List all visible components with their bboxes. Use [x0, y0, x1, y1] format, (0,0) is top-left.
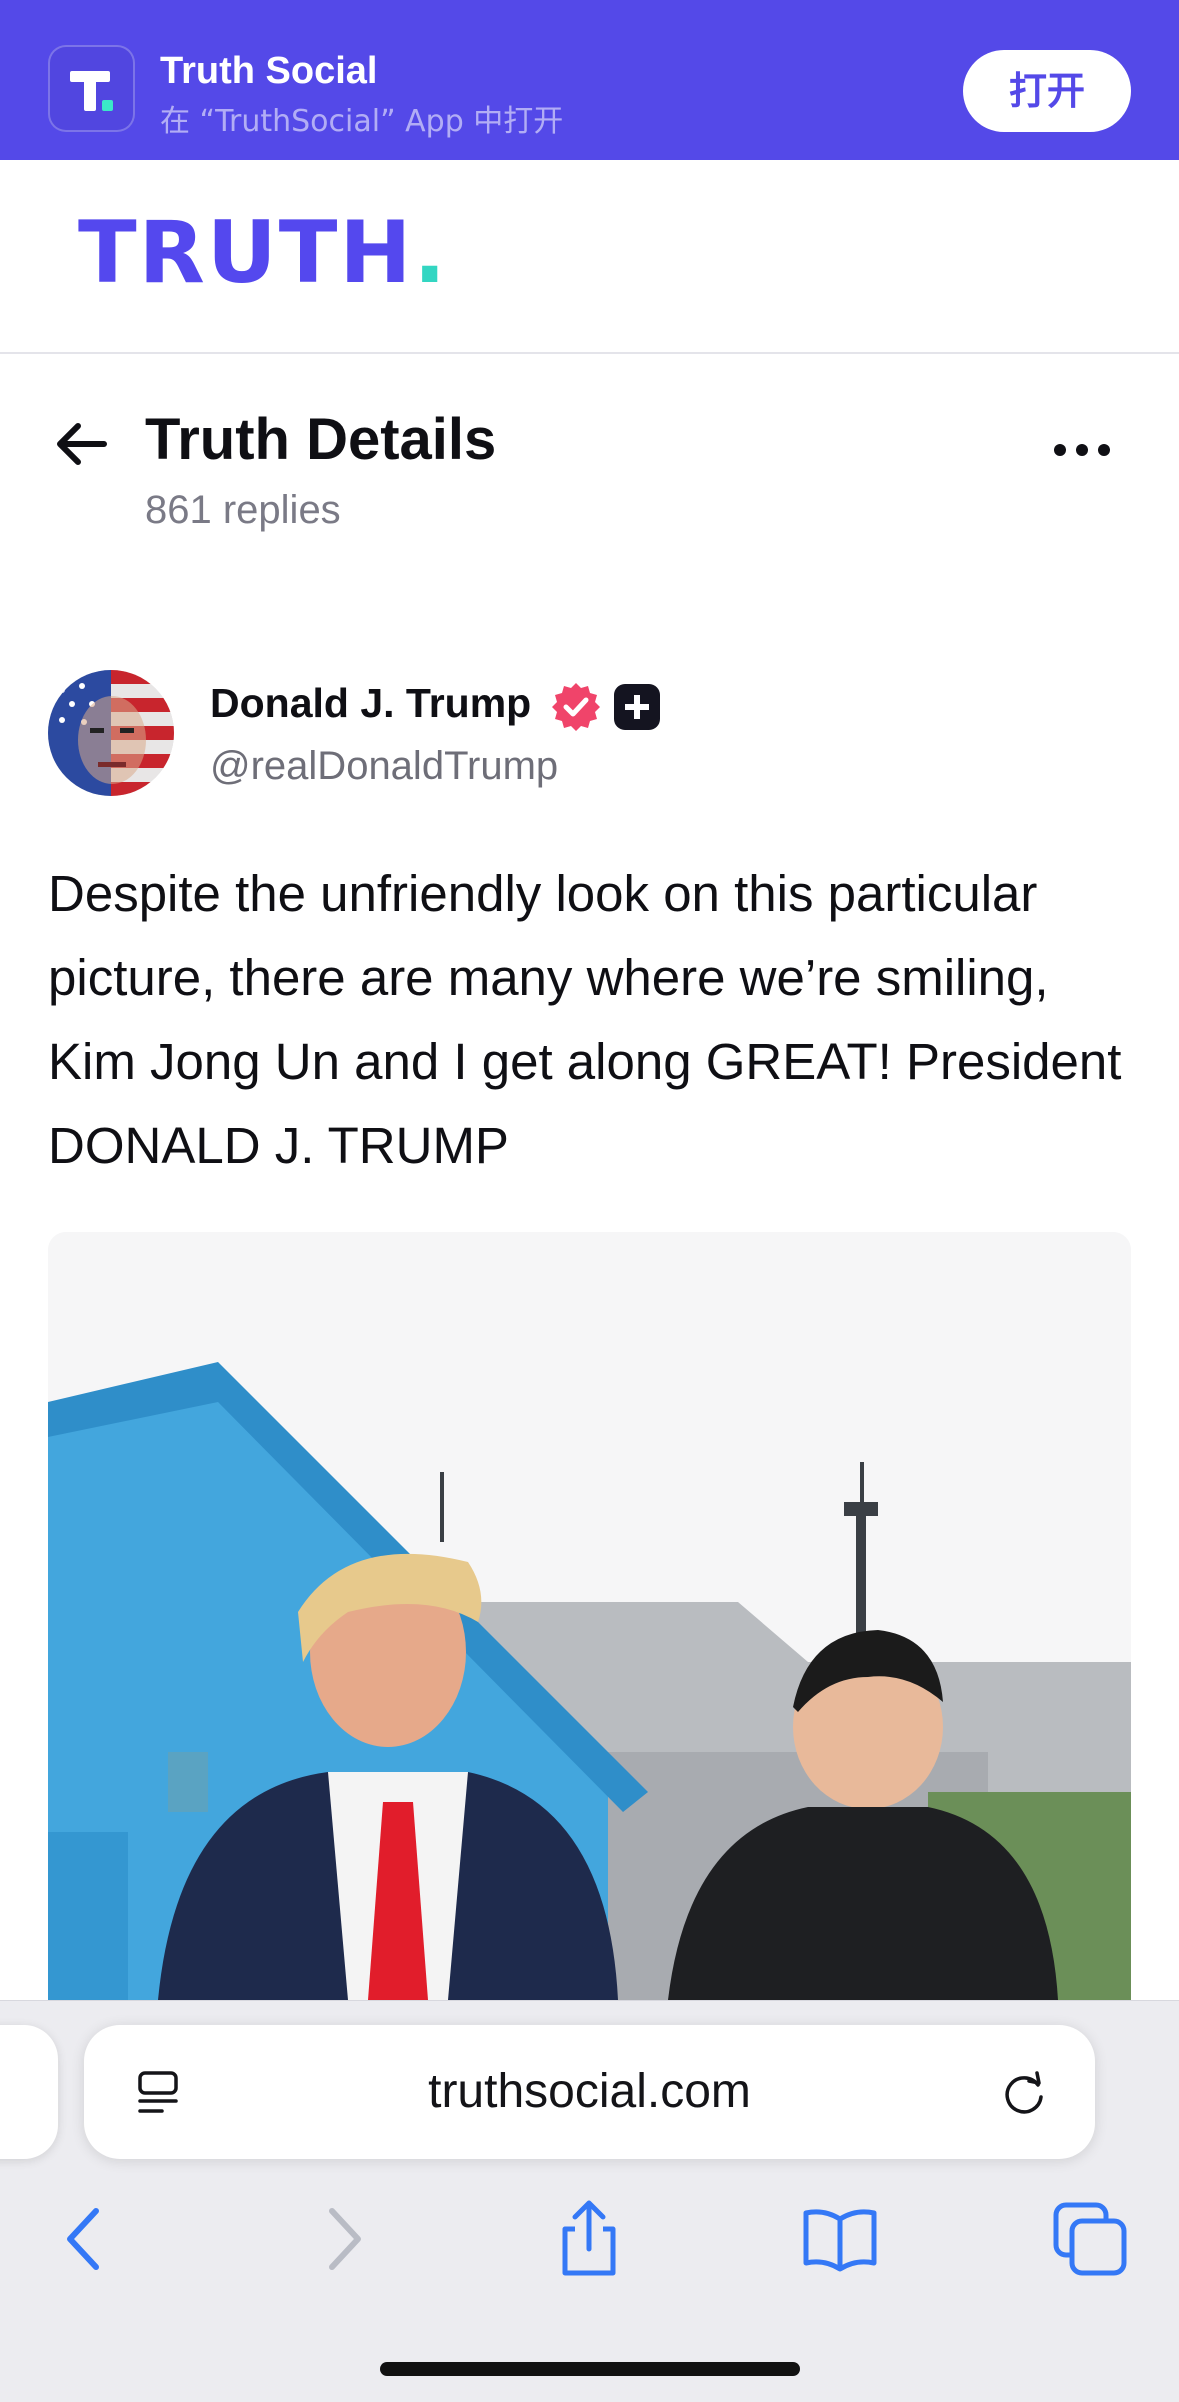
- reload-icon[interactable]: [998, 2067, 1050, 2119]
- address-bar[interactable]: truthsocial.com: [84, 2025, 1095, 2159]
- avatar[interactable]: [48, 670, 174, 796]
- tabs-icon[interactable]: [1050, 2199, 1130, 2279]
- share-icon[interactable]: [549, 2199, 629, 2279]
- page-title: Truth Details: [145, 407, 497, 472]
- truth-social-app-icon: [48, 45, 135, 132]
- truth-plus-badge-icon: [614, 684, 660, 730]
- arrow-left-icon[interactable]: [50, 412, 114, 476]
- banner-subtitle: 在 “TruthSocial” App 中打开: [160, 104, 564, 139]
- url-text: truthsocial.com: [428, 2065, 751, 2118]
- logo-text: TRUTH: [78, 203, 414, 303]
- author-handle[interactable]: @realDonaldTrump: [210, 744, 558, 789]
- app-open-banner: Truth Social 在 “TruthSocial” App 中打开 打开: [0, 0, 1179, 160]
- reader-mode-icon[interactable]: [134, 2069, 182, 2117]
- home-indicator[interactable]: [380, 2362, 800, 2376]
- banner-app-name: Truth Social: [160, 50, 378, 92]
- replies-count: 861 replies: [145, 488, 341, 532]
- logo-dot: .: [413, 203, 449, 303]
- site-header: TRUTH.: [0, 160, 1179, 354]
- post-image[interactable]: [48, 1232, 1131, 2000]
- truth-logo[interactable]: TRUTH.: [78, 210, 448, 296]
- forward-icon[interactable]: [302, 2199, 382, 2279]
- previous-tab-preview[interactable]: [0, 2025, 58, 2159]
- post-text: Despite the unfriendly look on this part…: [48, 865, 1122, 1174]
- more-horizontal-icon[interactable]: [1050, 428, 1114, 472]
- author-name[interactable]: Donald J. Trump: [210, 680, 531, 727]
- browser-toolbar: truthsocial.com: [0, 2000, 1179, 2402]
- verified-badge-icon: [552, 683, 600, 731]
- back-icon[interactable]: [46, 2199, 126, 2279]
- bookmarks-icon[interactable]: [800, 2199, 880, 2279]
- open-in-app-button[interactable]: 打开: [963, 50, 1131, 132]
